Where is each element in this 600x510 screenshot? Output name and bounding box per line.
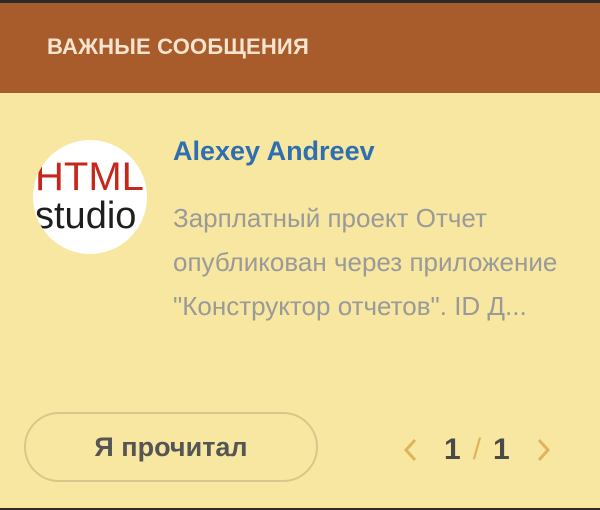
pager-separator: / [472,433,482,466]
chevron-right-icon[interactable] [532,432,556,468]
message-author[interactable]: Alexey Andreev [173,136,375,167]
widget-title: ВАЖНЫЕ СООБЩЕНИЯ [47,34,309,59]
important-messages-widget: ВАЖНЫЕ СООБЩЕНИЯ HTML studio Alexey Andr… [0,0,600,510]
widget-header: ВАЖНЫЕ СООБЩЕНИЯ [0,3,600,93]
logo-line-2: studio [35,195,136,237]
mark-read-button[interactable]: Я прочитал [24,412,318,482]
chevron-left-icon[interactable] [398,432,422,468]
html-studio-logo: HTML studio [35,155,144,237]
pager-current: 1 [444,433,461,466]
avatar[interactable]: HTML studio [33,140,147,254]
message-pager: 1 / 1 [398,430,556,470]
logo-line-1: HTML [35,155,144,199]
pager-total: 1 [493,433,510,466]
message-text[interactable]: Зарплатный проект Отчет опубликован чере… [173,196,583,328]
